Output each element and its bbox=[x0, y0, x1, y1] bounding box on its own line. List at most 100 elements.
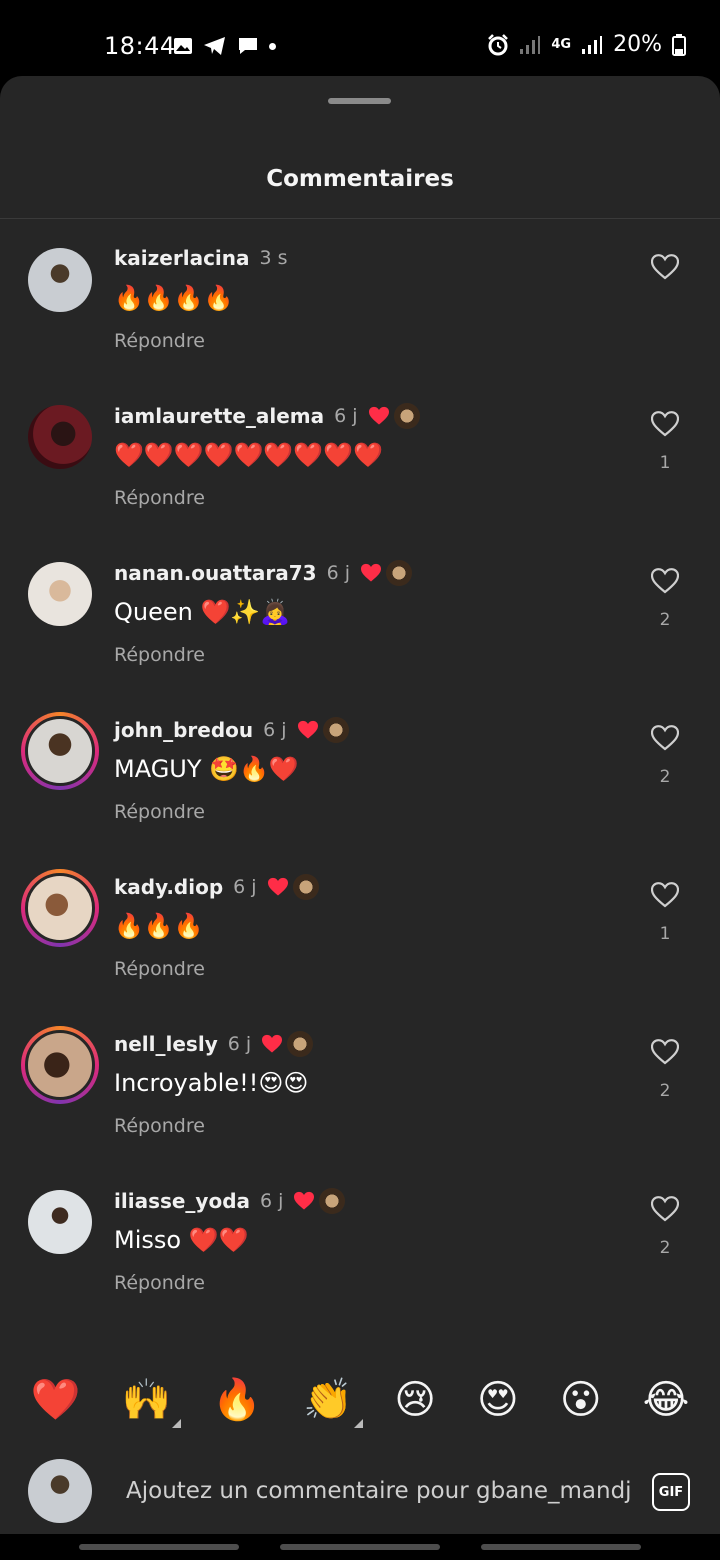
comment-username[interactable]: kady.diop bbox=[114, 875, 223, 899]
avatar[interactable] bbox=[28, 248, 92, 312]
sheet-title: Commentaires bbox=[266, 166, 454, 192]
red-heart-icon bbox=[294, 1191, 315, 1210]
creator-liked-badge bbox=[293, 1188, 346, 1214]
system-icons: 4G 20% bbox=[487, 32, 686, 57]
nav-hint-center[interactable] bbox=[280, 1544, 440, 1550]
avatar[interactable] bbox=[28, 562, 92, 626]
comment-item: kaizerlacina 3 s 🔥🔥🔥🔥 Répondre bbox=[0, 218, 720, 375]
red-heart-icon bbox=[262, 1034, 283, 1053]
avatar[interactable] bbox=[28, 1190, 92, 1254]
creator-liked-badge bbox=[267, 874, 319, 900]
red-heart-icon bbox=[361, 563, 382, 582]
current-user-avatar bbox=[28, 1459, 92, 1523]
creator-avatar bbox=[287, 1031, 314, 1057]
comment-text: Misso ❤️❤️ bbox=[114, 1226, 249, 1254]
comment-item: nell_lesly 6 j Incroyable!!😍😍 Répondre 2 bbox=[0, 1003, 720, 1160]
comment-text: 🔥🔥🔥🔥 bbox=[114, 284, 234, 312]
nav-hint-left[interactable] bbox=[79, 1544, 239, 1550]
heart-icon[interactable] bbox=[650, 1196, 680, 1222]
creator-avatar bbox=[319, 1188, 346, 1214]
creator-avatar bbox=[322, 717, 349, 743]
telegram-icon bbox=[204, 37, 225, 55]
heart-icon[interactable] bbox=[650, 1039, 680, 1065]
comment-time: 6 j bbox=[233, 876, 257, 898]
nav-hint-right[interactable] bbox=[481, 1544, 641, 1550]
gallery-icon bbox=[174, 38, 192, 54]
avatar-with-story-ring[interactable] bbox=[21, 712, 99, 790]
comment-username[interactable]: kaizerlacina bbox=[114, 246, 250, 270]
emoji-laughing[interactable]: 😂 bbox=[643, 1380, 690, 1420]
avatar-with-story-ring[interactable] bbox=[21, 1026, 99, 1104]
emoji-clapping[interactable]: 👏 bbox=[303, 1377, 364, 1428]
red-heart-icon bbox=[267, 877, 288, 896]
comment-text: Incroyable!!😍😍 bbox=[114, 1069, 309, 1097]
reply-button[interactable]: Répondre bbox=[114, 644, 205, 666]
battery-icon bbox=[672, 33, 686, 56]
system-navigation-bar bbox=[0, 1534, 720, 1560]
creator-liked-badge bbox=[261, 1031, 314, 1057]
like-count: 2 bbox=[659, 1081, 671, 1101]
emoji-clapping-glyph: 👏 bbox=[303, 1377, 354, 1423]
comment-list[interactable]: kaizerlacina 3 s 🔥🔥🔥🔥 Répondre iamlauret… bbox=[0, 218, 720, 1348]
comment-text: 🔥🔥🔥 bbox=[114, 912, 204, 940]
status-time: 18:44 bbox=[104, 32, 176, 60]
comment-username[interactable]: nell_lesly bbox=[114, 1032, 218, 1056]
emoji-heart-eyes[interactable]: 😍 bbox=[477, 1380, 519, 1420]
heart-icon[interactable] bbox=[650, 254, 680, 280]
comment-username[interactable]: nanan.ouattara73 bbox=[114, 561, 317, 585]
comment-time: 6 j bbox=[263, 719, 287, 741]
comment-time: 6 j bbox=[334, 405, 358, 427]
creator-avatar bbox=[393, 403, 420, 429]
comment-item: nanan.ouattara73 6 j Queen ❤️✨🙇‍♀️ Répon… bbox=[0, 532, 720, 689]
comment-username[interactable]: john_bredou bbox=[114, 718, 253, 742]
battery-percent: 20% bbox=[613, 32, 662, 57]
comment-input[interactable]: Ajoutez un commentaire pour gbane_mandj bbox=[126, 1478, 632, 1504]
creator-liked-badge bbox=[360, 560, 413, 586]
avatar-with-story-ring[interactable] bbox=[21, 869, 99, 947]
reply-button[interactable]: Répondre bbox=[114, 1115, 205, 1137]
gif-button[interactable]: GIF bbox=[652, 1473, 690, 1511]
red-heart-icon bbox=[297, 720, 318, 739]
comments-sheet: Commentaires kaizerlacina 3 s 🔥🔥🔥🔥 Répon… bbox=[0, 76, 720, 1560]
reply-button[interactable]: Répondre bbox=[114, 958, 205, 980]
sheet-drag-handle[interactable] bbox=[328, 98, 391, 104]
comment-time: 3 s bbox=[259, 247, 288, 269]
creator-liked-badge bbox=[368, 403, 420, 429]
emoji-raising-hands-glyph: 🙌 bbox=[121, 1377, 172, 1423]
status-bar: 18:44 4G 20% bbox=[0, 0, 720, 76]
alarm-icon bbox=[488, 33, 509, 55]
message-icon bbox=[239, 38, 257, 54]
notification-icons bbox=[173, 36, 276, 56]
signal-icon-1 bbox=[520, 35, 541, 54]
heart-icon[interactable] bbox=[650, 568, 680, 594]
comment-item: iliasse_yoda 6 j Misso ❤️❤️ Répondre 2 bbox=[0, 1160, 720, 1317]
skin-tone-indicator bbox=[354, 1419, 364, 1428]
comment-time: 6 j bbox=[260, 1190, 284, 1212]
heart-icon[interactable] bbox=[650, 411, 680, 437]
comment-text: ❤️❤️❤️❤️❤️❤️❤️❤️❤️ bbox=[114, 441, 383, 469]
signal-icon-2 bbox=[582, 35, 603, 54]
emoji-fire[interactable]: 🔥 bbox=[212, 1380, 262, 1420]
emoji-crying[interactable]: 😢 bbox=[394, 1380, 436, 1420]
more-notifications-dot bbox=[269, 42, 276, 50]
emoji-raising-hands[interactable]: 🙌 bbox=[121, 1377, 182, 1428]
reply-button[interactable]: Répondre bbox=[114, 330, 205, 352]
like-count: 2 bbox=[659, 1238, 671, 1258]
quick-reaction-bar: ❤️ 🙌 🔥 👏 😢 😍 😮 😂 bbox=[0, 1348, 720, 1452]
avatar[interactable] bbox=[28, 405, 92, 469]
creator-avatar bbox=[386, 560, 413, 586]
like-count: 2 bbox=[659, 610, 671, 630]
reply-button[interactable]: Répondre bbox=[114, 801, 205, 823]
comment-username[interactable]: iamlaurette_alema bbox=[114, 404, 324, 428]
comment-item: kady.diop 6 j 🔥🔥🔥 Répondre 1 bbox=[0, 846, 720, 1003]
network-type: 4G bbox=[551, 37, 572, 52]
reply-button[interactable]: Répondre bbox=[114, 1272, 205, 1294]
comment-time: 6 j bbox=[227, 1033, 252, 1055]
heart-icon[interactable] bbox=[650, 725, 680, 751]
comment-time: 6 j bbox=[326, 562, 351, 584]
heart-icon[interactable] bbox=[650, 882, 680, 908]
reply-button[interactable]: Répondre bbox=[114, 487, 205, 509]
comment-username[interactable]: iliasse_yoda bbox=[114, 1189, 250, 1213]
emoji-surprised[interactable]: 😮 bbox=[560, 1380, 602, 1420]
emoji-heart[interactable]: ❤️ bbox=[31, 1380, 81, 1420]
